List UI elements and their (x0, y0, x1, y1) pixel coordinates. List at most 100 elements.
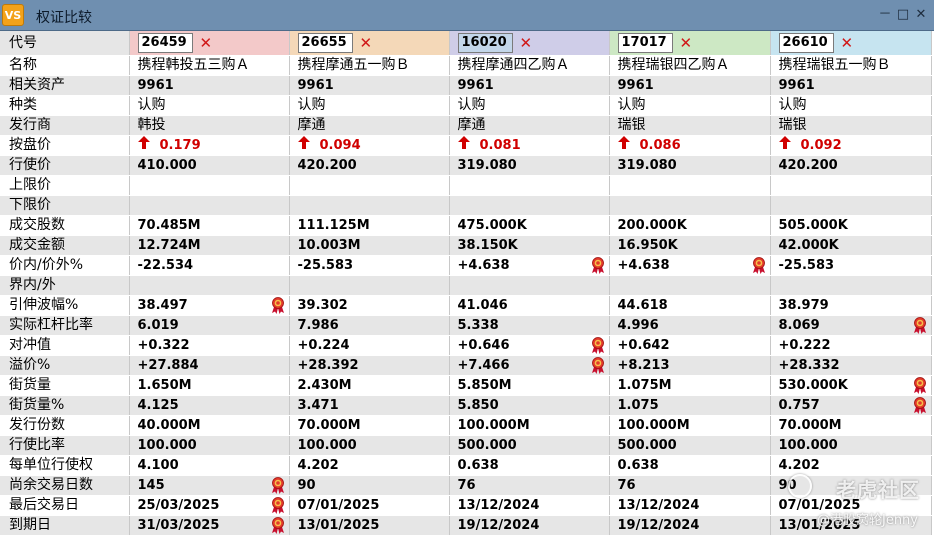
table-cell: 100.000M (449, 415, 610, 436)
cell-value: 0.092 (800, 138, 842, 153)
table-cell: 1.075M (609, 375, 771, 396)
table-cell: 瑞银 (770, 115, 932, 136)
table-cell: 认购 (289, 95, 450, 116)
cell-value: 42.000K (778, 238, 839, 253)
cell-value: +4.638 (457, 258, 510, 273)
remove-column-icon[interactable]: ✕ (841, 31, 854, 55)
row-label: 尚余交易日数 (0, 475, 130, 496)
table-cell (770, 195, 932, 216)
cell-value: 1.075M (617, 378, 672, 393)
table-cell: 4.202 (289, 455, 450, 476)
table-row: 价内/价外% -22.534 -25.583 +4.638 +4.638 -25.583 (0, 255, 932, 276)
table-cell: 4.100 (129, 455, 290, 476)
table-cell: +8.213 (609, 355, 771, 376)
cell-value: 摩通 (457, 117, 486, 133)
cell-value: 9961 (778, 78, 815, 93)
cell-value: 瑞银 (617, 117, 646, 133)
remove-column-icon[interactable]: ✕ (360, 31, 373, 55)
warrant-code-input[interactable]: 26655 (297, 33, 353, 53)
title-bar: VS 权证比较 － □ ✕ (0, 0, 934, 31)
table-cell: 0.086 (609, 135, 771, 156)
up-arrow-icon (297, 136, 312, 155)
cell-value: 31/03/2025 (137, 518, 220, 533)
best-value-medal-icon (752, 257, 766, 274)
cell-value: 携程瑞银五一购Ｂ (778, 57, 891, 73)
cell-value: +4.638 (617, 258, 670, 273)
warrant-code-input[interactable]: 17017 (617, 33, 673, 53)
cell-value: +8.213 (617, 358, 670, 373)
cell-value: 100.000M (457, 418, 530, 433)
app-logo-icon: VS (2, 4, 24, 26)
table-cell: 100.000M (609, 415, 771, 436)
table-row: 行使价 410.000 420.200 319.080 319.080 420.200 (0, 155, 932, 176)
table-cell: 5.850M (449, 375, 610, 396)
remove-column-icon[interactable]: ✕ (200, 31, 213, 55)
watermark-brand: 老虎社区 (836, 478, 920, 502)
cell-value: 12.724M (137, 238, 201, 253)
table-row: 对冲值 +0.322 +0.224 +0.646 +0.642 +0.222 (0, 335, 932, 356)
warrant-code-input[interactable]: 26610 (778, 33, 834, 53)
cell-value: 145 (137, 478, 165, 493)
table-cell: 6.019 (129, 315, 290, 336)
table-cell (609, 175, 771, 196)
cell-value: 0.638 (457, 458, 499, 473)
table-cell: 携程摩通五一购Ｂ (289, 55, 450, 76)
warrant-comparison-table: 代号 26459 ✕ 26655 ✕ 16020 ✕ 17017 ✕ 26610 ✕ 名称 携程韩投五三… (0, 31, 932, 536)
table-cell (449, 195, 610, 216)
table-cell: 19/12/2024 (609, 515, 771, 536)
table-cell: 76 (449, 475, 610, 496)
restore-button[interactable]: □ (896, 8, 910, 22)
cell-value: 9961 (297, 78, 334, 93)
table-row: 最后交易日 25/03/2025 07/01/2025 13/12/2024 13/12… (0, 495, 932, 516)
table-cell: 摩通 (289, 115, 450, 136)
cell-value: 38.497 (137, 298, 188, 313)
cell-value: 100.000M (617, 418, 690, 433)
row-label: 种类 (0, 95, 130, 116)
cell-value: +0.642 (617, 338, 670, 353)
cell-value: 4.202 (778, 458, 820, 473)
cell-value: 319.080 (457, 158, 517, 173)
cell-value: 41.046 (457, 298, 508, 313)
table-cell: 200.000K (609, 215, 771, 236)
cell-value: 475.000K (457, 218, 527, 233)
table-cell: 39.302 (289, 295, 450, 316)
cell-value: 认购 (137, 97, 166, 113)
table-row: 引伸波幅% 38.497 39.302 41.046 44.618 38.979 (0, 295, 932, 316)
warrant-code-input[interactable]: 16020 (457, 33, 513, 53)
table-cell: -22.534 (129, 255, 290, 276)
table-cell (289, 175, 450, 196)
table-row: 实际杠杆比率 6.019 7.986 5.338 4.996 8.069 (0, 315, 932, 336)
cell-value: 420.200 (297, 158, 357, 173)
warrant-code-input[interactable]: 26459 (137, 33, 193, 53)
cell-value: 认购 (617, 97, 646, 113)
row-label: 对冲值 (0, 335, 130, 356)
table-cell: 4.125 (129, 395, 290, 416)
table-row: 发行商 韩投 摩通 摩通 瑞银 瑞银 (0, 115, 932, 136)
row-label: 行使价 (0, 155, 130, 176)
table-cell: 475.000K (449, 215, 610, 236)
watermark-author: @港股窝轮Jenny (816, 513, 918, 528)
remove-column-icon[interactable]: ✕ (520, 31, 533, 55)
table-cell: 3.471 (289, 395, 450, 416)
table-cell: 42.000K (770, 235, 932, 256)
cell-value: 19/12/2024 (617, 518, 700, 533)
table-cell: -25.583 (770, 255, 932, 276)
table-cell: 5.850 (449, 395, 610, 416)
table-cell: 07/01/2025 (289, 495, 450, 516)
cell-value: 韩投 (137, 117, 166, 133)
cell-value: 44.618 (617, 298, 668, 313)
cell-value: -25.583 (297, 258, 354, 273)
remove-column-icon[interactable]: ✕ (680, 31, 693, 55)
table-cell: 38.979 (770, 295, 932, 316)
cell-value: 携程摩通四乙购Ａ (457, 57, 570, 73)
table-cell: 40.000M (129, 415, 290, 436)
cell-value: 319.080 (617, 158, 677, 173)
table-cell: 0.081 (449, 135, 610, 156)
row-label: 相关资产 (0, 75, 130, 96)
cell-value: 5.850 (457, 398, 499, 413)
cell-value: 39.302 (297, 298, 348, 313)
minimize-button[interactable]: － (878, 8, 892, 22)
close-window-button[interactable]: ✕ (914, 8, 928, 22)
cell-value: 0.086 (639, 138, 681, 153)
cell-value: 76 (457, 478, 476, 493)
